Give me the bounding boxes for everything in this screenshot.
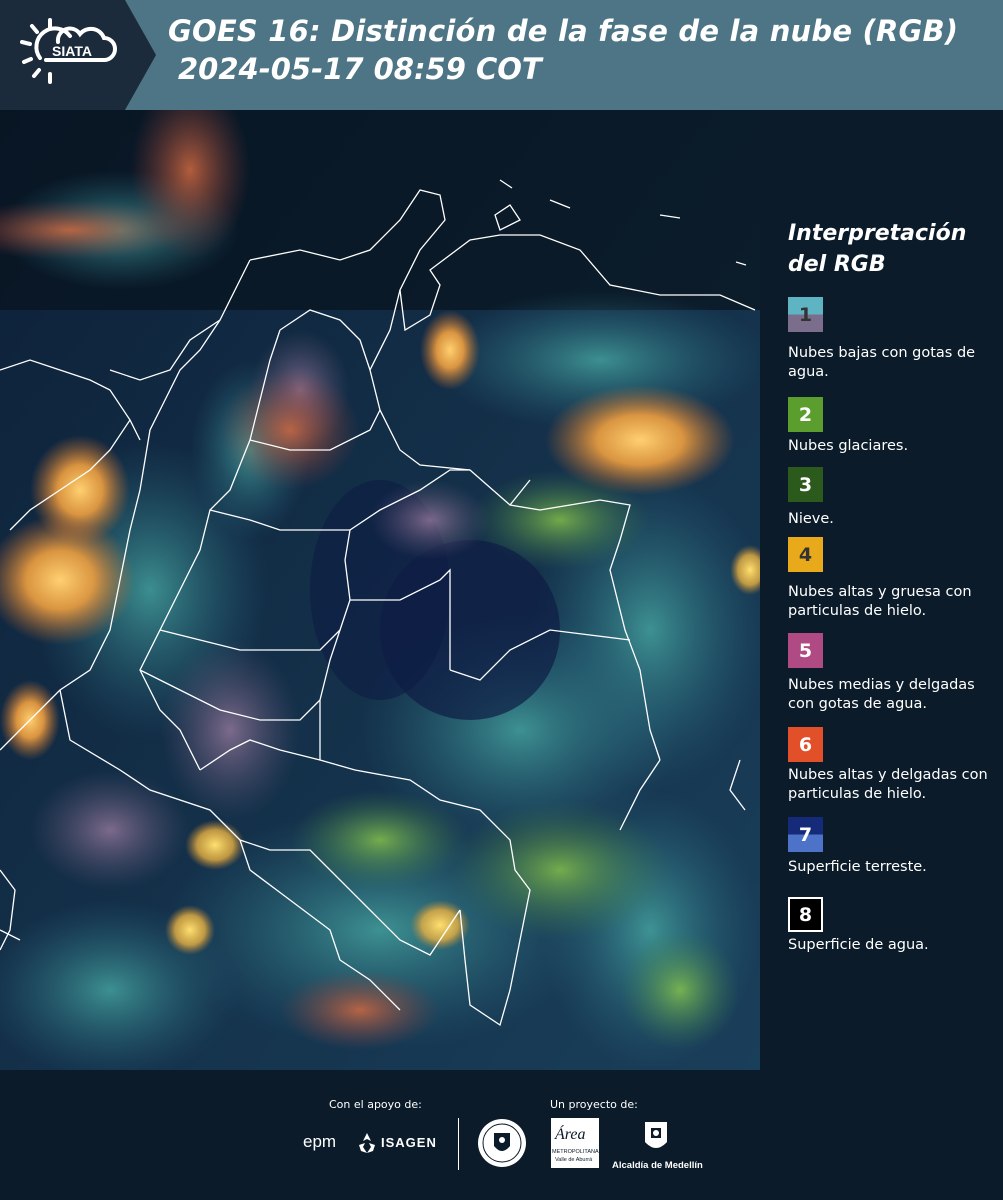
- header-bar: SIATA GOES 16: Distinción de la fase de …: [0, 0, 1003, 110]
- legend-title: Interpretación del RGB: [788, 221, 967, 277]
- footer: Con el apoyo de: Un proyecto de: epm ISA…: [0, 1070, 1003, 1200]
- project-caption: Un proyecto de:: [550, 1098, 638, 1111]
- university-seal-icon: [477, 1118, 527, 1168]
- legend-number: 5: [798, 639, 813, 662]
- legend-number: 6: [798, 733, 813, 756]
- legend-number: 4: [798, 543, 813, 566]
- legend-label-7: Superficie terreste.: [788, 859, 927, 875]
- legend-swatch-4: 4: [788, 537, 823, 572]
- legend-label-8: Superficie de agua.: [788, 937, 929, 953]
- satellite-map: [0, 110, 760, 1070]
- legend-swatch-2: 2: [788, 397, 823, 432]
- legend-label-3: Nieve.: [788, 511, 834, 527]
- legend-panel: Interpretación del RGB 1 Nubes bajas con …: [760, 110, 1003, 1070]
- logo-tab: SIATA: [0, 0, 156, 110]
- legend-label-4: Nubes altas y gruesa con particulas de h…: [788, 584, 972, 619]
- support-caption: Con el apoyo de:: [329, 1098, 422, 1111]
- legend-number: 2: [798, 403, 813, 426]
- legend-number: 1: [798, 303, 813, 326]
- legend-swatch-5: 5: [788, 633, 823, 668]
- legend-swatch-3: 3: [788, 467, 823, 502]
- medellin-logo: Alcaldía de Medellín: [612, 1160, 703, 1171]
- isagen-icon: [356, 1132, 378, 1154]
- legend-number: 3: [798, 473, 813, 496]
- area-metropolitana-logo: Área METROPOLITANA Valle de Aburrá: [551, 1118, 599, 1168]
- footer-divider: [458, 1118, 459, 1170]
- legend-label-5: Nubes medias y delgadas con gotas de agu…: [788, 677, 975, 712]
- legend-number: 7: [798, 823, 813, 846]
- legend-swatch-7: 7: [788, 817, 823, 852]
- legend-label-6: Nubes altas y delgadas con particulas de…: [788, 767, 988, 802]
- medellin-shield-icon: [641, 1118, 671, 1156]
- map-canvas: [0, 110, 760, 1070]
- legend-swatch-6: 6: [788, 727, 823, 762]
- isagen-logo: ISAGEN: [381, 1135, 437, 1150]
- siata-logo-text: SIATA: [52, 43, 92, 59]
- legend-swatch-1: 1: [788, 297, 823, 332]
- legend-label-1: Nubes bajas con gotas de agua.: [788, 345, 976, 380]
- page-title: GOES 16: Distinción de la fase de la nub…: [168, 14, 959, 48]
- legend-swatch-8: 8: [788, 897, 823, 932]
- page-timestamp: 2024-05-17 08:59 COT: [178, 52, 542, 86]
- legend-number: 8: [798, 903, 813, 926]
- legend-label-2: Nubes glaciares.: [788, 438, 909, 454]
- epm-logo: epm: [303, 1132, 337, 1151]
